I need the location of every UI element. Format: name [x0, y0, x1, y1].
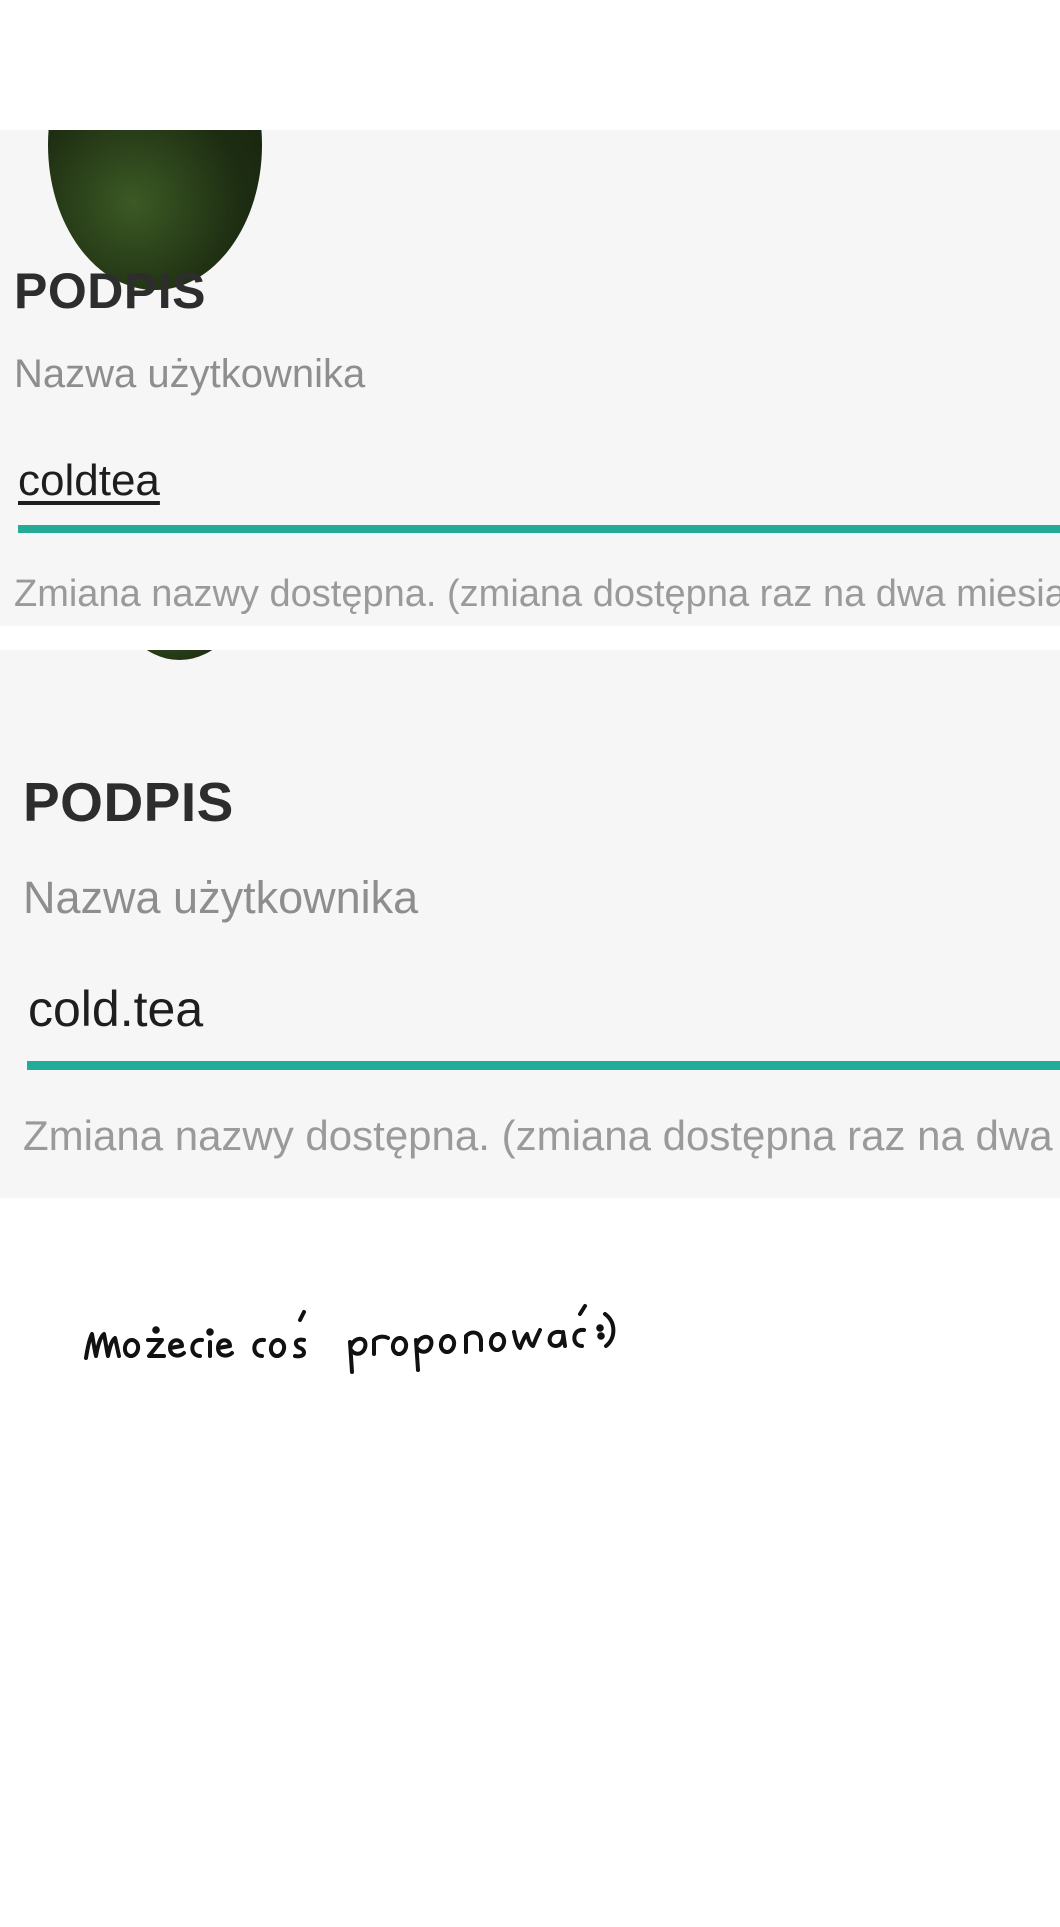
input-focus-underline [18, 525, 1060, 533]
page: PODPIS Nazwa użytkownika Zmiana nazwy do… [0, 0, 1060, 1927]
section-title: PODPIS [14, 263, 206, 319]
username-input[interactable] [18, 456, 1018, 506]
username-input[interactable] [28, 980, 1028, 1038]
input-focus-underline [27, 1061, 1060, 1070]
section-title: PODPIS [23, 771, 234, 833]
username-label: Nazwa użytkownika [23, 872, 419, 923]
username-helper-text: Zmiana nazwy dostępna. (zmiana dostępna … [14, 573, 1060, 615]
handwritten-note [84, 1304, 616, 1374]
username-helper-text: Zmiana nazwy dostępna. (zmiana dostępna … [23, 1112, 1053, 1159]
screenshot-panel-2: PODPIS Nazwa użytkownika Zmiana nazwy do… [0, 650, 1060, 1198]
avatar [112, 650, 247, 660]
screenshot-panel-1: PODPIS Nazwa użytkownika Zmiana nazwy do… [0, 130, 1060, 626]
username-label: Nazwa użytkownika [14, 352, 366, 396]
